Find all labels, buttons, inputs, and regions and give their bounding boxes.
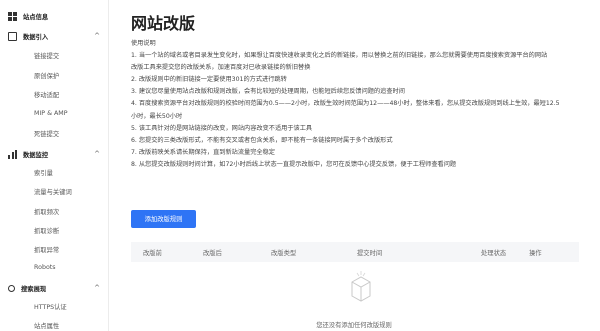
sidebar-item-dead-link[interactable]: 死链提交	[34, 129, 59, 138]
instructions-line: 7. 改版前映关系请长期保持，直到新站流量完全稳定	[131, 148, 275, 156]
empty-state-text: 您还没有添加任何改版规则	[316, 322, 392, 329]
sidebar-group-title: 搜索展现	[21, 286, 47, 293]
sidebar-item-crawl-frequency[interactable]: 抓取频次	[34, 207, 59, 216]
column-header-actions: 操作	[529, 250, 542, 257]
sidebar-item-site-attributes[interactable]: 站点属性	[34, 321, 59, 330]
sidebar-item-https[interactable]: HTTPS认证	[34, 302, 67, 311]
app-window: 站点信息 数据引入 ^ 链接提交 原创保护 移动适配 MIP & AMP 死链提…	[0, 0, 600, 331]
sidebar-group-search-display[interactable]: 搜索展现 ^	[8, 284, 100, 293]
empty-box-icon	[351, 271, 371, 302]
sidebar-group-data-monitor[interactable]: 数据监控 ^	[8, 150, 100, 159]
sidebar-item-site-info[interactable]: 站点信息	[8, 12, 48, 21]
bar-chart-icon	[8, 150, 17, 159]
sidebar-item-link-submit[interactable]: 链接提交	[34, 51, 59, 60]
chevron-up-icon: ^	[94, 32, 100, 40]
chevron-up-icon: ^	[94, 284, 100, 292]
column-header-before: 改版前	[143, 250, 162, 257]
sidebar-item-original-protect[interactable]: 原创保护	[34, 71, 59, 80]
column-header-status: 处理状态	[481, 250, 507, 257]
page-title: 网站改版	[131, 14, 196, 33]
grid-icon	[8, 12, 17, 21]
sidebar: 站点信息 数据引入 ^ 链接提交 原创保护 移动适配 MIP & AMP 死链提…	[0, 0, 109, 331]
add-rule-button[interactable]: 添加改版规则	[131, 210, 196, 228]
doc-icon	[8, 32, 17, 41]
instructions: 使用说明 1. 当一个站的域名或者目录发生变化时，如果想让百度快速收录变化之后的…	[131, 38, 589, 171]
instructions-line: 8. 从您提交改版规则时间计算，如72小时后线上状态一直提示改版中，您可在反馈中…	[131, 160, 457, 168]
sidebar-group-title: 数据引入	[23, 34, 49, 41]
sidebar-item-index[interactable]: 索引量	[34, 168, 53, 177]
instructions-line: 4. 百度搜索资源平台对改版规则的校验时间范围为0.5——2小时，改版生效时间范…	[131, 100, 560, 108]
column-header-submit-time: 提交时间	[357, 250, 383, 257]
sidebar-item-label: 站点信息	[23, 14, 49, 21]
instructions-line: 改版工具来提交您的改版关系，加速百度对已收录链接的新旧替换	[131, 64, 311, 72]
instructions-line: 1. 当一个站的域名或者目录发生变化时，如果想让百度快速收录变化之后的新链接，用…	[131, 52, 548, 60]
column-header-after: 改版后	[203, 250, 222, 257]
sidebar-item-mobile-adapt[interactable]: 移动适配	[34, 90, 59, 99]
sidebar-item-crawl-errors[interactable]: 抓取异常	[34, 245, 59, 254]
search-icon	[8, 285, 15, 292]
sidebar-group-data-import[interactable]: 数据引入 ^	[8, 32, 100, 41]
sidebar-item-mip-amp[interactable]: MIP & AMP	[34, 110, 68, 117]
instructions-line: 3. 建议您尽量使用站点改版和规则改版，会有比较短的处理周期，也能短后续您反馈问…	[131, 88, 405, 96]
instructions-line: 小时，最长50小时	[131, 112, 183, 120]
sidebar-item-robots[interactable]: Robots	[34, 264, 56, 271]
sidebar-item-traffic-keywords[interactable]: 流量与关键词	[34, 187, 72, 196]
sidebar-item-crawl-diagnosis[interactable]: 抓取诊断	[34, 226, 59, 235]
instructions-line: 2. 改版规则中的新旧链接一定要使用301的方式进行跳转	[131, 76, 287, 84]
main-content: 网站改版 使用说明 1. 当一个站的域名或者目录发生变化时，如果想让百度快速收录…	[108, 0, 600, 331]
sidebar-group-title: 数据监控	[23, 152, 49, 159]
instructions-line: 6. 您提交的三类改版形式，不能有交叉或者包含关系，即不能有一条链接同时属于多个…	[131, 136, 393, 144]
table-header: 改版前 改版后 改版类型 提交时间 处理状态 操作	[131, 242, 579, 262]
chevron-up-icon: ^	[94, 150, 100, 158]
instructions-heading: 使用说明	[131, 40, 156, 47]
instructions-line: 5. 该工具针对的是网站链接的改变，网站内容改变不适用于该工具	[131, 124, 313, 132]
column-header-type: 改版类型	[271, 250, 297, 257]
